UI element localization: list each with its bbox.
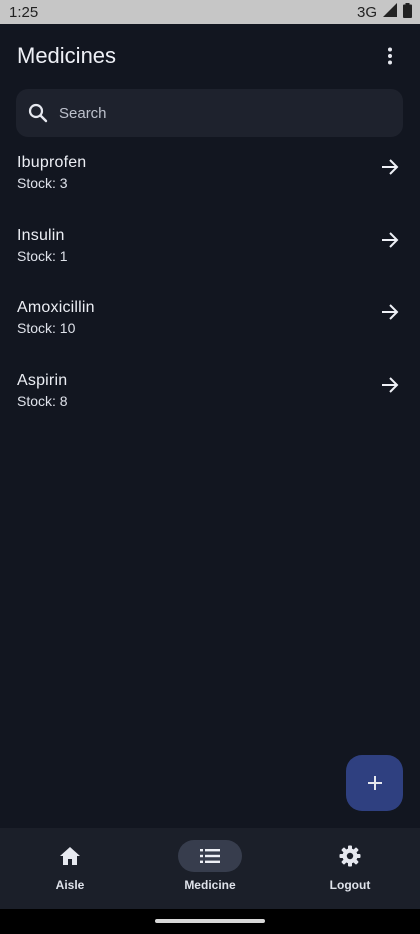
medicine-name: Insulin <box>17 226 65 244</box>
nav-pill <box>38 840 102 872</box>
medicine-stock: Stock: 8 <box>17 392 68 409</box>
status-bar: 1:25 3G <box>0 0 420 24</box>
arrow-forward-icon[interactable] <box>378 228 402 252</box>
status-time: 1:25 <box>9 3 39 21</box>
nav-label: Logout <box>329 878 371 892</box>
list-item[interactable]: Insulin Stock: 1 <box>0 218 420 291</box>
medicine-stock: Stock: 10 <box>17 320 76 336</box>
medicine-list: Ibuprofen Stock: 3 Insulin Stock: 1 Amox… <box>0 145 420 435</box>
plus-icon <box>367 776 382 790</box>
list-item[interactable]: Ibuprofen Stock: 3 <box>0 145 420 218</box>
medicine-name: Aspirin <box>17 371 68 389</box>
gesture-handle[interactable] <box>155 919 265 923</box>
nav-label: Medicine <box>184 878 236 892</box>
system-navigation-area <box>0 909 420 934</box>
nav-pill <box>318 840 382 872</box>
arrow-forward-icon[interactable] <box>378 373 402 397</box>
arrow-forward-icon[interactable] <box>378 300 402 324</box>
network-type: 3G <box>356 3 377 21</box>
more-vert-icon <box>388 47 392 65</box>
gear-icon <box>339 845 361 867</box>
search-input[interactable] <box>57 103 361 123</box>
nav-pill-active <box>178 840 242 872</box>
more-options-button[interactable] <box>374 40 406 72</box>
signal-icon <box>383 3 397 21</box>
list-icon <box>200 849 220 863</box>
battery-icon <box>403 2 412 22</box>
list-item[interactable]: Amoxicillin Stock: 10 <box>0 290 420 363</box>
nav-item-medicine[interactable]: Medicine <box>140 828 280 909</box>
status-icons: 3G <box>356 2 412 22</box>
page-title: Medicines <box>17 43 117 68</box>
add-medicine-button[interactable] <box>346 755 403 811</box>
medicine-name: Ibuprofen <box>17 154 87 171</box>
medicine-stock: Stock: 1 <box>17 247 68 264</box>
bottom-navigation: Aisle Medicine Logout <box>0 828 420 909</box>
list-item[interactable]: Aspirin Stock: 8 <box>0 363 420 436</box>
home-icon <box>60 847 80 865</box>
medicine-stock: Stock: 3 <box>17 175 68 191</box>
nav-item-logout[interactable]: Logout <box>280 828 420 909</box>
search-bar[interactable] <box>16 89 403 137</box>
nav-label: Aisle <box>55 878 85 892</box>
nav-item-aisle[interactable]: Aisle <box>0 828 140 909</box>
top-app-bar: Medicines <box>0 24 420 88</box>
medicine-name: Amoxicillin <box>17 299 95 316</box>
arrow-forward-icon[interactable] <box>378 155 402 179</box>
search-icon <box>26 101 50 125</box>
